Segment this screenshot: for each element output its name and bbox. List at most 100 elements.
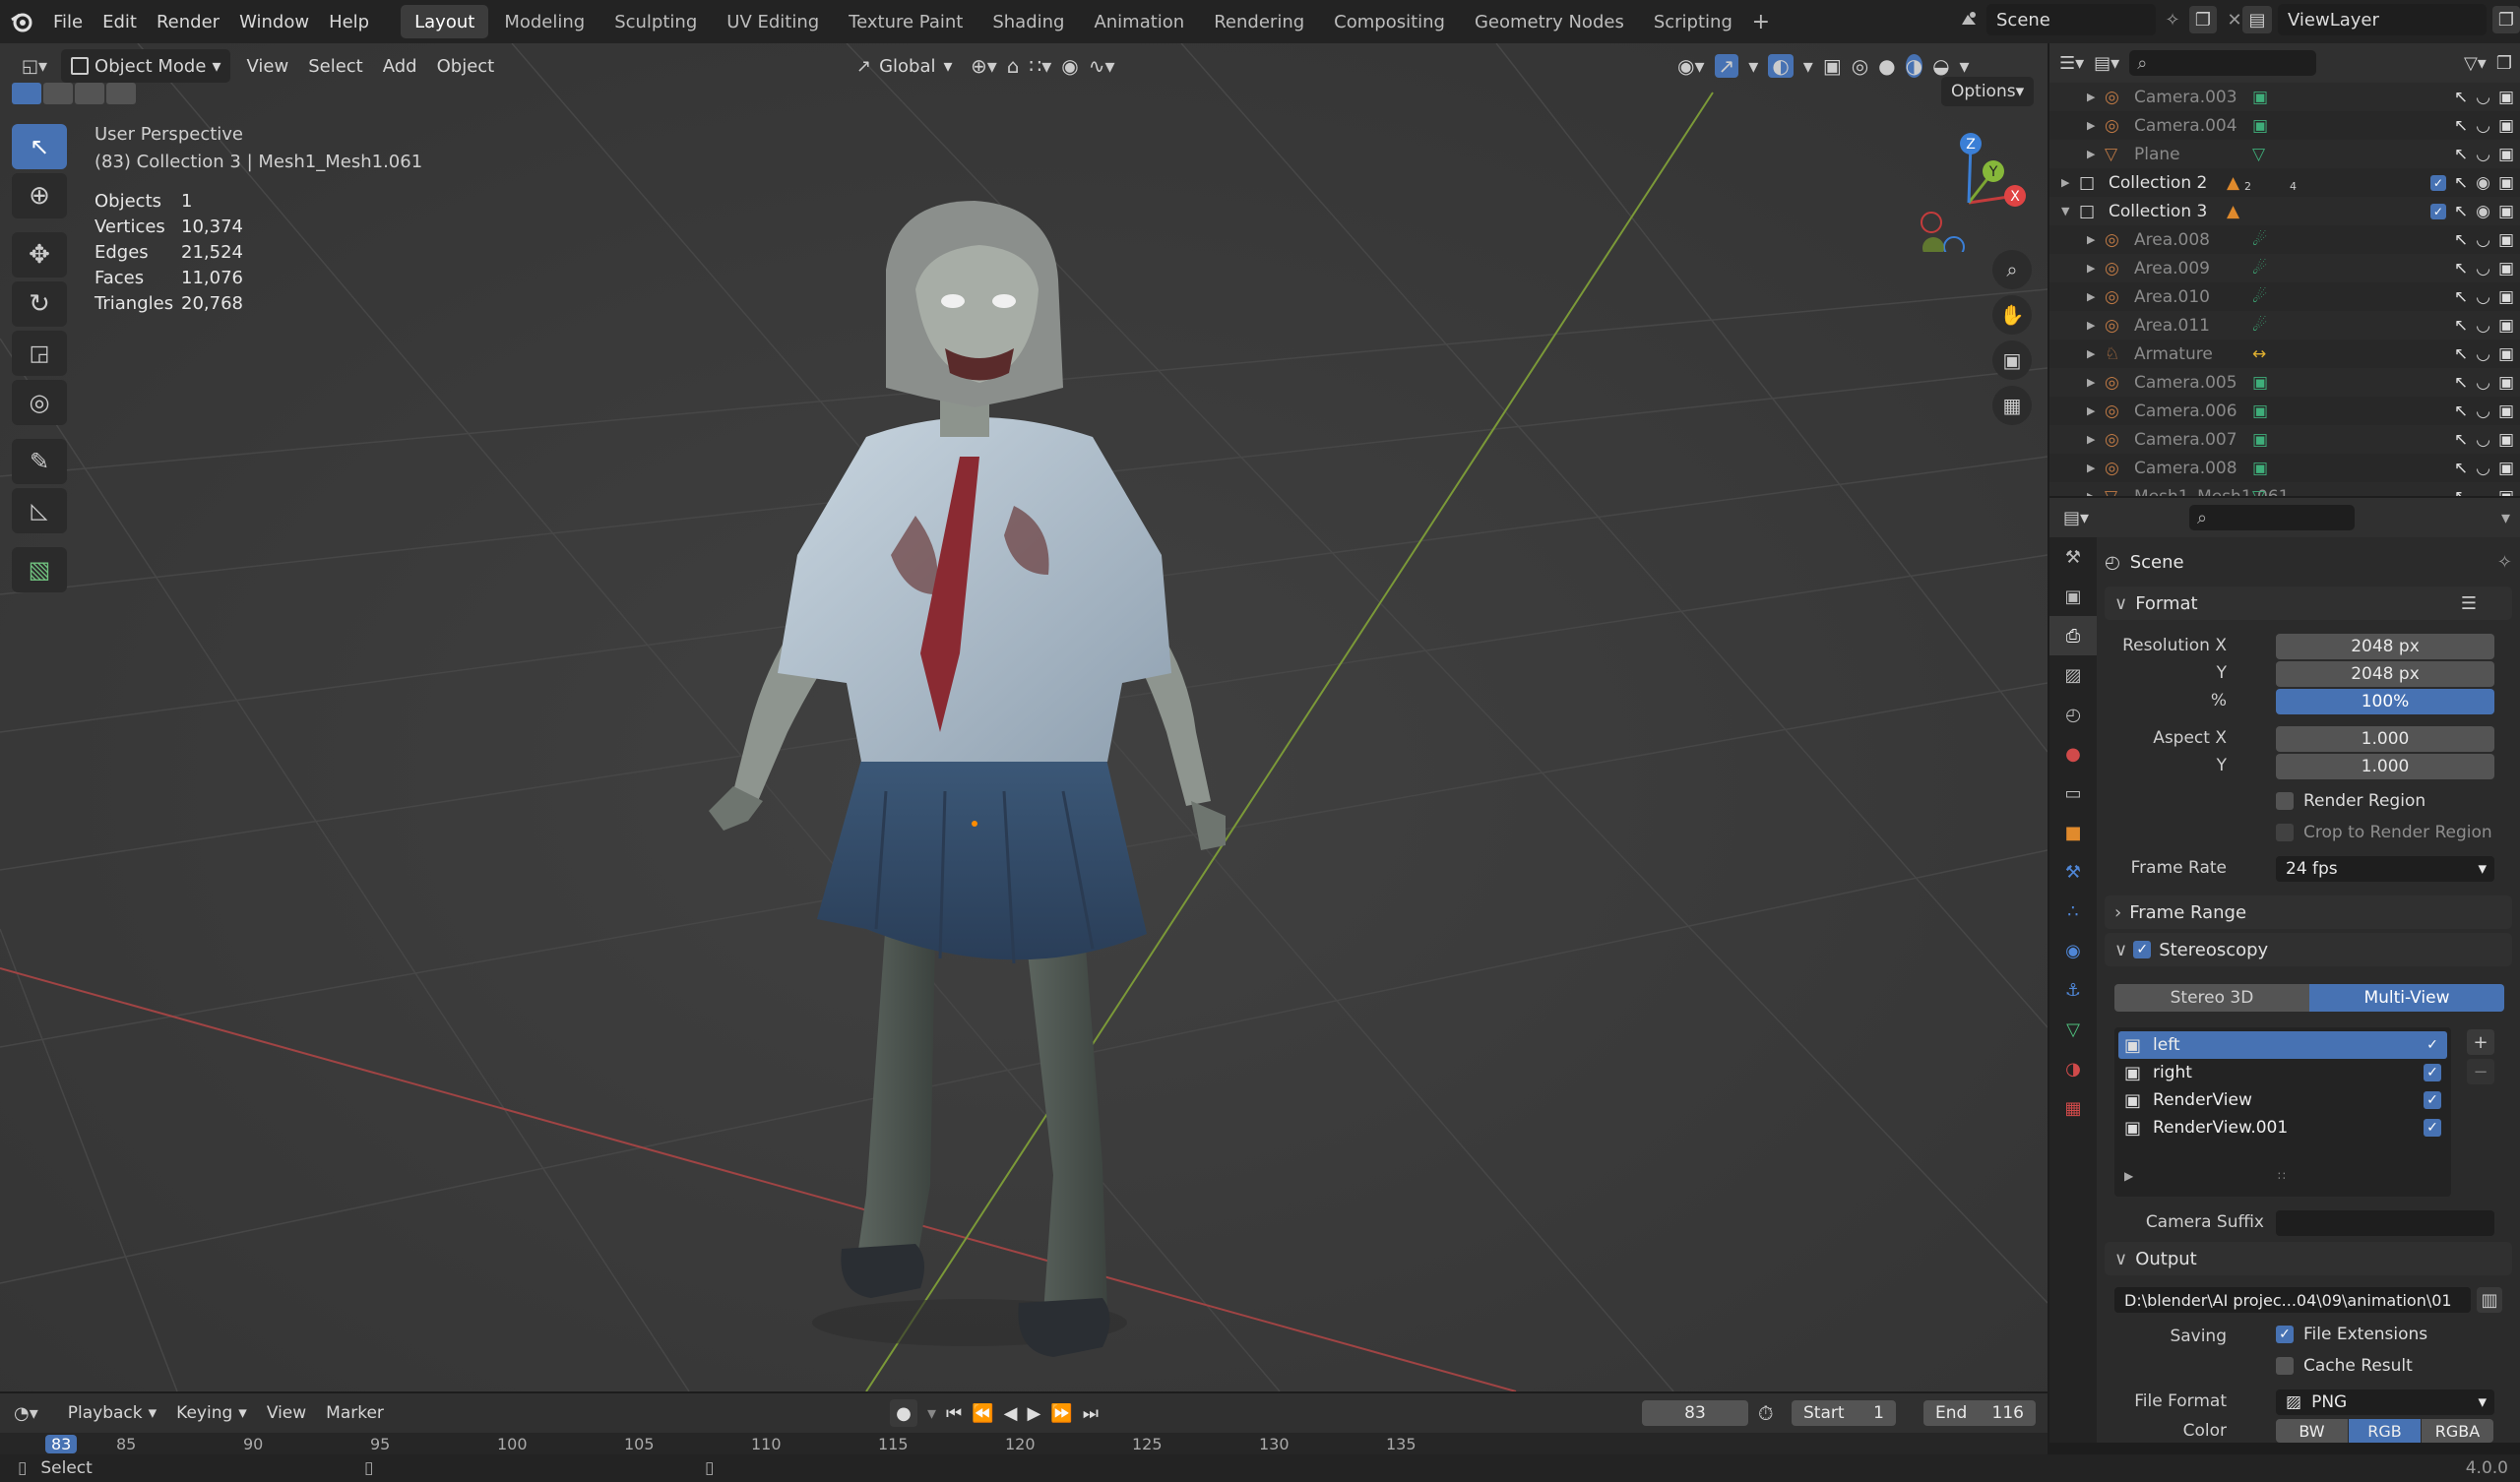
timeline-menu-keying[interactable]: Keying ▾ [166,1396,257,1430]
resolution-y-field[interactable]: 2048 px [2276,661,2494,687]
perspective-toggle-icon[interactable]: ▦ [1992,386,2032,425]
disclosure-closed-icon[interactable]: ▶ [2087,233,2095,246]
outliner-editor-icon[interactable]: ☰▾ [2059,53,2084,74]
falloff-icon[interactable]: ∿▾ [1089,54,1115,78]
disclosure-open-icon[interactable]: ▼ [2061,205,2069,217]
stopwatch-icon[interactable]: ⏱ [1758,1401,1774,1425]
viewport-menu-add[interactable]: Add [373,49,427,83]
render-camera-icon[interactable]: ▣ [2498,401,2514,421]
render-camera-icon[interactable]: ▣ [2498,145,2514,164]
multi-view-button[interactable]: Multi-View [2309,984,2504,1012]
workspace-tab-geometry-nodes[interactable]: Geometry Nodes [1461,5,1638,38]
select-box-tool[interactable]: ↖ [12,124,67,169]
timeline-ruler[interactable]: 83 85 90 95 100 105 110 115 120 125 130 135 [0,1433,2048,1454]
disclosure-closed-icon[interactable]: ▶ [2061,176,2069,189]
object-tab[interactable]: ■ [2049,813,2097,852]
presets-list-icon[interactable]: ☰ [2461,593,2477,614]
view-enabled-checkbox[interactable]: ✓ [2424,1036,2441,1054]
timeline-menu-view[interactable]: View [257,1396,316,1430]
stereoscopy-panel-header[interactable]: ∨ ✓ Stereoscopy [2105,933,2512,966]
3d-viewport[interactable]: ◱▾ Object Mode ▾ View Select Add Object ↗ Gl… [0,43,2048,1391]
stereoscopy-checkbox[interactable]: ✓ [2133,941,2152,958]
eye-closed-icon[interactable]: ◡ [2476,145,2490,164]
cursor-tool[interactable]: ⊕ [12,173,67,218]
eye-icon[interactable]: ◉ [2476,173,2490,193]
transform-tool[interactable]: ◎ [12,380,67,425]
disclosure-closed-icon[interactable]: ▶ [2087,347,2095,360]
frame-range-panel-header[interactable]: › Frame Range [2105,895,2512,929]
disclosure-closed-icon[interactable]: ▶ [2087,262,2095,275]
output-panel-header[interactable]: ∨ Output [2105,1242,2512,1275]
eye-closed-icon[interactable]: ◡ [2476,401,2490,421]
camera-view-icon[interactable]: ▣ [1992,340,2032,380]
render-camera-icon[interactable]: ▣ [2498,316,2514,336]
material-shading-icon[interactable]: ◑ [1905,54,1923,78]
particles-tab[interactable]: ∴ [2049,892,2097,931]
viewport-menu-object[interactable]: Object [427,49,505,83]
chevron-down-icon[interactable]: ▾ [2501,508,2510,528]
filter-icon[interactable]: ▽▾ [2464,53,2487,74]
viewport-menu-view[interactable]: View [236,49,298,83]
add-workspace-icon[interactable]: + [1746,7,1776,36]
scene-canvas[interactable] [0,43,2048,1391]
selectable-icon[interactable]: ↖ [2454,173,2468,193]
view-layer-selector[interactable]: ▤ ViewLayer ❐ ✕ [2242,4,2520,35]
new-view-layer-icon[interactable]: ❐ [2492,6,2520,33]
expand-arrow-icon[interactable]: ▶ [2124,1169,2133,1183]
menu-edit[interactable]: Edit [93,0,147,43]
outliner-object-row[interactable]: ▶ ▽ Plane ▽ ↖ ◡ ▣ [2049,140,2520,168]
menu-render[interactable]: Render [147,0,229,43]
view-layer-field[interactable]: ViewLayer [2278,4,2487,35]
workspace-tab-animation[interactable]: Animation [1080,5,1198,38]
disclosure-closed-icon[interactable]: ▶ [2087,91,2095,103]
measure-tool[interactable]: ◺ [12,488,67,533]
output-tab[interactable]: ⎙ [2049,616,2097,655]
prev-keyframe-icon[interactable]: ⏪ [972,1403,993,1424]
jump-end-icon[interactable]: ⏭ [1083,1403,1099,1424]
outliner-object-row[interactable]: ▶ ◎ Camera.006 ▣ ↖ ◡ ▣ [2049,397,2520,425]
collection-tab[interactable]: ▭ [2049,773,2097,813]
selectable-icon[interactable]: ↖ [2454,316,2468,336]
list-resize-handle-icon[interactable]: ∷ [2278,1169,2286,1183]
workspace-tab-modeling[interactable]: Modeling [490,5,598,38]
gizmo-toggle-icon[interactable]: ↗ [1714,54,1739,78]
outliner-object-row[interactable]: ▶ ◎ Camera.005 ▣ ↖ ◡ ▣ [2049,368,2520,397]
crop-region-checkbox[interactable]: Crop to Render Region [2276,823,2492,842]
pan-hand-icon[interactable]: ✋ [1992,295,2032,335]
end-frame-field[interactable]: End 116 [1923,1400,2036,1426]
render-camera-icon[interactable]: ▣ [2498,430,2514,450]
menu-window[interactable]: Window [229,0,319,43]
eye-closed-icon[interactable]: ◡ [2476,287,2490,307]
selectable-icon[interactable]: ↖ [2454,344,2468,364]
eye-closed-icon[interactable]: ◡ [2476,487,2490,497]
selectable-icon[interactable]: ↖ [2454,259,2468,278]
view-layer-tab[interactable]: ▨ [2049,655,2097,695]
solid-shading-icon[interactable]: ● [1878,54,1895,78]
record-icon[interactable]: ● [890,1399,917,1427]
color-mode-rgb-button[interactable]: RGB [2349,1419,2421,1443]
select-subtract-icon[interactable] [75,83,104,104]
workspace-tab-compositing[interactable]: Compositing [1320,5,1459,38]
play-reverse-icon[interactable]: ◀ [1004,1403,1018,1424]
menu-help[interactable]: Help [319,0,379,43]
disclosure-closed-icon[interactable]: ▶ [2087,290,2095,303]
select-intersect-icon[interactable] [106,83,136,104]
snap-grid-icon[interactable]: ∷▾ [1030,54,1052,78]
disclosure-closed-icon[interactable]: ▶ [2087,433,2095,446]
output-path-input[interactable]: D:\blender\AI projec...04\09\animation\0… [2114,1287,2471,1313]
material-tab[interactable]: ◑ [2049,1049,2097,1088]
add-view-button[interactable]: + [2467,1029,2494,1055]
workspace-tab-shading[interactable]: Shading [978,5,1078,38]
physics-tab[interactable]: ◉ [2049,931,2097,970]
workspace-tab-scripting[interactable]: Scripting [1640,5,1746,38]
exclude-checkbox[interactable]: ✓ [2429,203,2446,219]
selectable-icon[interactable]: ↖ [2454,145,2468,164]
tool-tab[interactable]: ⚒ [2049,537,2097,577]
pin-icon[interactable]: ✧ [2162,10,2183,31]
view-list-item[interactable]: ▣ left ✓ [2118,1031,2447,1059]
wireframe-shading-icon[interactable]: ◎ [1852,54,1868,78]
eye-closed-icon[interactable]: ◡ [2476,230,2490,250]
outliner-object-row[interactable]: ▶ ◎ Area.011 ☄ ↖ ◡ ▣ [2049,311,2520,340]
annotate-tool[interactable]: ✎ [12,439,67,484]
properties-search-input[interactable]: ⌕ [2189,505,2356,530]
